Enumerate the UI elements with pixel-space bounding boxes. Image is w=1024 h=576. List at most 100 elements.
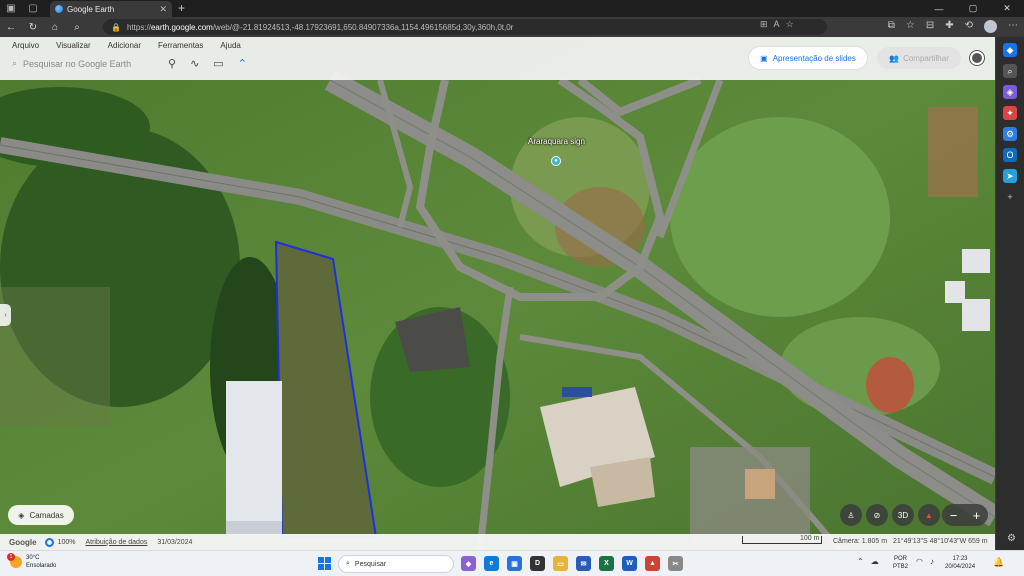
taskbar-clock[interactable]: 17:23 20/04/2024: [945, 555, 975, 571]
copilot-icon[interactable]: ◆: [1003, 43, 1017, 57]
snipping-app-icon[interactable]: ✂: [668, 556, 683, 571]
zoom-in-icon[interactable]: +: [965, 504, 988, 526]
sidebar-shopping-icon[interactable]: ◈: [1003, 85, 1017, 99]
camera-pin-icon[interactable]: ●: [551, 156, 561, 166]
maximize-icon[interactable]: ▢: [956, 0, 990, 17]
view-3d-toggle[interactable]: 3D: [892, 504, 914, 526]
pinned-app-icon[interactable]: ▲: [645, 556, 660, 571]
weather-condition: Ensolarado: [26, 563, 57, 569]
profile-avatar-icon[interactable]: [984, 20, 997, 33]
explorer-app-icon[interactable]: ▭: [553, 556, 568, 571]
zoom-out-icon[interactable]: −: [942, 504, 965, 526]
sidebar-telegram-icon[interactable]: ➤: [1003, 169, 1017, 183]
extensions-icon[interactable]: ✚: [945, 20, 953, 33]
compass-icon[interactable]: ▲: [918, 504, 940, 526]
sidebar-outlook-icon[interactable]: O: [1003, 148, 1017, 162]
taskbar-search-input[interactable]: Pesquisar: [355, 561, 386, 568]
more-menu-icon[interactable]: ⋯: [1008, 20, 1018, 33]
menu-ferramentas[interactable]: Ferramentas: [158, 41, 203, 50]
taskbar-search[interactable]: ⌕ Pesquisar: [338, 555, 454, 573]
layers-button[interactable]: ◈ Camadas: [8, 505, 74, 525]
expand-panel-icon[interactable]: ›: [0, 304, 11, 326]
edge-app-icon[interactable]: e: [484, 556, 499, 571]
new-tab-icon[interactable]: +: [178, 1, 185, 15]
menu-visualizar[interactable]: Visualizar: [56, 41, 91, 50]
sidebar-settings-icon[interactable]: ⚙: [1007, 533, 1016, 544]
menu-ajuda[interactable]: Ajuda: [220, 41, 240, 50]
place-label[interactable]: Araraquara sign: [528, 137, 585, 146]
street-view-toggle[interactable]: ⊘: [866, 504, 888, 526]
mail-app-icon[interactable]: ✉: [576, 556, 591, 571]
chevron-up-icon[interactable]: ⌃: [238, 57, 247, 70]
volume-icon[interactable]: ♪: [930, 557, 934, 566]
address-bar: ← ↻ ⌂ ⌕ 🔒 https://earth.google.com/web/@…: [0, 17, 1024, 37]
split-screen-icon[interactable]: ⧉: [888, 20, 895, 33]
favorites-icon[interactable]: ☆: [906, 20, 915, 33]
keyboard-language[interactable]: POR PTB2: [893, 555, 908, 571]
data-attribution-link[interactable]: Atribuição de dados: [85, 539, 147, 546]
browser-tab-bar: ▣ ▢ Google Earth ✕ + — ▢ ✕: [0, 0, 1024, 17]
share-button[interactable]: 👥 Compartilhar: [877, 47, 961, 69]
share-label: Compartilhar: [903, 53, 949, 63]
tab-google-earth[interactable]: Google Earth ✕: [50, 1, 172, 17]
tray-chevron-icon[interactable]: ⌃: [857, 557, 864, 566]
pegman-icon[interactable]: ♙: [840, 504, 862, 526]
apps-icon[interactable]: ⊞: [760, 19, 768, 30]
load-percent: 100%: [57, 538, 76, 546]
back-icon[interactable]: ←: [0, 17, 22, 37]
slideshow-label: Apresentação de slides: [772, 53, 856, 63]
camera-altitude: Câmera: 1.805 m: [833, 538, 888, 545]
workspaces-icon[interactable]: ▣: [0, 0, 22, 17]
start-windows-icon[interactable]: [318, 557, 331, 570]
view-3d-button[interactable]: 3D: [892, 504, 914, 526]
menu-adicionar[interactable]: Adicionar: [108, 41, 141, 50]
search-input[interactable]: Pesquisar no Google Earth: [23, 59, 131, 69]
taskbar-apps: ◆ e ▣ D ▭ ✉ X W ▲ ✂: [461, 556, 683, 571]
window-controls: — ▢ ✕: [922, 0, 1024, 17]
sidebar-search-icon[interactable]: ⌕: [1003, 64, 1017, 78]
sidebar-add-icon[interactable]: +: [1003, 190, 1017, 204]
loading-ring-icon: [44, 537, 54, 547]
pin-icon[interactable]: ⚲: [168, 57, 176, 70]
earth-menubar: Arquivo Visualizar Adicionar Ferramentas…: [0, 37, 995, 80]
slideshow-icon: ▣: [760, 53, 768, 63]
satellite-map[interactable]: [0, 37, 995, 550]
word-app-icon[interactable]: W: [622, 556, 637, 571]
pegman-control[interactable]: ♙: [840, 504, 862, 526]
read-aloud-icon[interactable]: A: [774, 19, 780, 30]
lock-icon[interactable]: 🔒: [111, 23, 121, 32]
store-app-icon[interactable]: ▣: [507, 556, 522, 571]
slideshow-button[interactable]: ▣ Apresentação de slides: [749, 47, 867, 69]
copilot-app-icon[interactable]: ◆: [461, 556, 476, 571]
refresh-icon[interactable]: ↻: [22, 17, 44, 37]
lang-code: POR: [894, 556, 908, 562]
path-icon[interactable]: ∿: [190, 57, 199, 70]
wifi-icon[interactable]: ◠: [916, 557, 923, 566]
zoom-control: − +: [942, 504, 988, 526]
search-icon[interactable]: ⌕: [66, 17, 88, 37]
ruler-icon[interactable]: ▭: [213, 57, 223, 70]
url-field[interactable]: 🔒 https://earth.google.com/web/@-21.8192…: [103, 19, 827, 35]
tray-cloud-icon[interactable]: ☁: [871, 557, 879, 566]
street-view-off-icon[interactable]: ⊘: [866, 504, 888, 526]
history-icon[interactable]: ⟲: [965, 20, 973, 33]
collections-icon[interactable]: ⊟: [926, 20, 934, 33]
close-window-icon[interactable]: ✕: [990, 0, 1024, 17]
sidebar-tools-icon[interactable]: ⚙: [1003, 127, 1017, 141]
menu-arquivo[interactable]: Arquivo: [12, 41, 39, 50]
home-icon[interactable]: ⌂: [44, 17, 66, 37]
favorite-star-icon[interactable]: ☆: [786, 19, 794, 30]
minimize-icon[interactable]: —: [922, 0, 956, 17]
account-icon[interactable]: [970, 51, 984, 65]
compass-control[interactable]: ▲: [918, 504, 940, 526]
notifications-icon[interactable]: 🔔: [993, 557, 1004, 568]
search-icon: ⌕: [12, 58, 18, 68]
sidebar-games-icon[interactable]: ✦: [1003, 106, 1017, 120]
tab-actions-icon[interactable]: ▢: [22, 0, 44, 17]
close-tab-icon[interactable]: ✕: [159, 4, 167, 15]
dell-app-icon[interactable]: D: [530, 556, 545, 571]
browser-toolbar: ⧉ ☆ ⊟ ✚ ⟲ ⋯: [888, 20, 1018, 33]
weather-widget[interactable]: 1 30°C Ensolarado: [7, 553, 57, 570]
earth-search[interactable]: ⌕ Pesquisar no Google Earth: [12, 58, 131, 69]
excel-app-icon[interactable]: X: [599, 556, 614, 571]
